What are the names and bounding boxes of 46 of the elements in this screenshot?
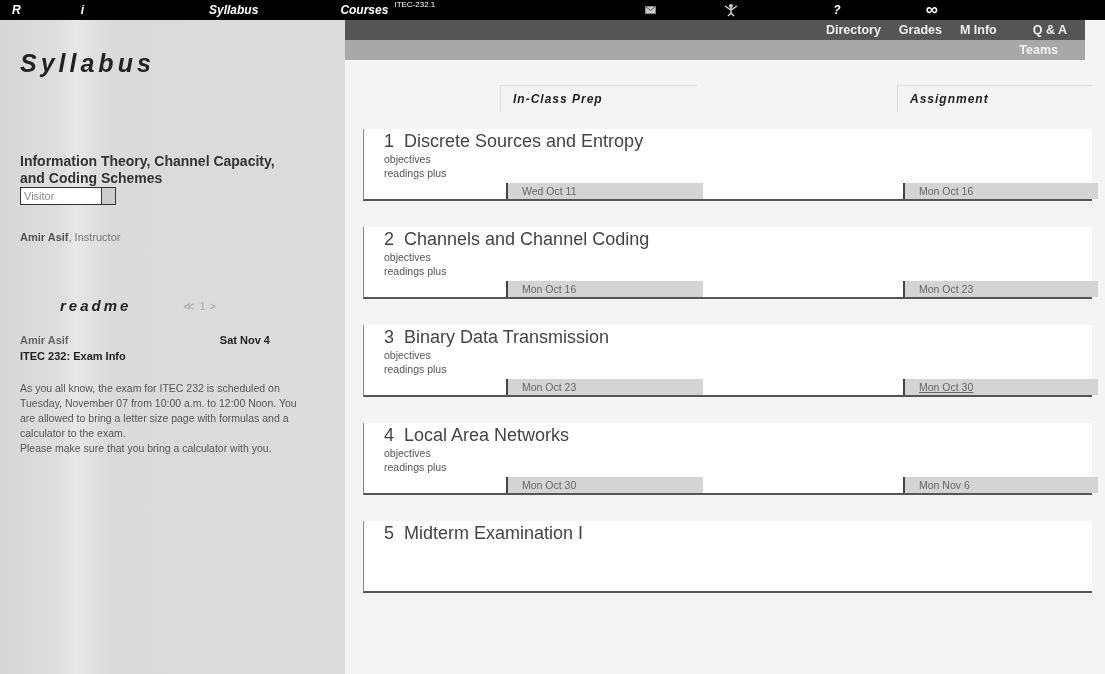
mail-icon[interactable] xyxy=(645,6,657,14)
topic-link[interactable]: readings plus xyxy=(384,460,447,474)
topic-link[interactable]: objectives xyxy=(384,348,431,362)
nav-link[interactable]: Syllabus xyxy=(209,1,259,19)
topic-link[interactable]: readings plus xyxy=(384,166,447,180)
assignment-date[interactable]: Mon Oct 30 xyxy=(903,379,1098,395)
page-title: Syllabus xyxy=(20,48,156,79)
nav-link[interactable]: Grades xyxy=(898,20,942,40)
instructor-line: Amir Asif, Instructor xyxy=(20,229,122,245)
nav-link[interactable]: Courses xyxy=(340,1,389,19)
role-select[interactable]: Visitor xyxy=(20,186,116,205)
topic-link[interactable]: readings plus xyxy=(384,264,447,278)
nav-link[interactable]: i xyxy=(80,1,84,19)
topic-title: 3 Binary Data Transmission xyxy=(384,326,611,348)
prep-date: Mon Oct 23 xyxy=(506,379,703,395)
post-text: Please make sure that you bring a calculator with you. xyxy=(20,440,273,456)
topic-link[interactable]: objectives xyxy=(384,250,431,264)
readme-heading: readme xyxy=(60,296,132,316)
nav-link[interactable]: ∞ xyxy=(925,0,938,23)
prep-date: Mon Oct 30 xyxy=(506,477,703,493)
prep-date: Wed Oct 11 xyxy=(506,183,703,199)
assignment-date: Mon Nov 6 xyxy=(903,477,1098,493)
figure-icon[interactable] xyxy=(724,3,739,17)
topic-link[interactable]: objectives xyxy=(384,152,431,166)
assignment-date: Mon Oct 16 xyxy=(903,183,1098,199)
post-date: Sat Nov 4 xyxy=(219,332,270,348)
topic-link[interactable]: objectives xyxy=(384,446,431,460)
topic-title: 1 Discrete Sources and Entropy xyxy=(384,130,645,152)
nav-link[interactable]: M Info xyxy=(959,20,997,40)
course-title: Information Theory, Channel Capacity, and Coding Schemes xyxy=(20,152,276,187)
course-code: ITEC-232.1 xyxy=(394,0,436,10)
column-header: In-Class Prep xyxy=(500,85,697,112)
topic-title: 5 Midterm Examination I xyxy=(384,522,585,544)
nav-link[interactable]: Directory xyxy=(825,20,881,40)
assignment-date: Mon Oct 23 xyxy=(903,281,1098,297)
nav-link[interactable]: ? xyxy=(833,1,841,19)
column-header: Assignment xyxy=(897,85,1092,112)
prep-date: Mon Oct 16 xyxy=(506,281,703,297)
topic-title: 4 Local Area Networks xyxy=(384,424,571,446)
post-subject: ITEC 232: Exam Info xyxy=(20,349,127,364)
nav-link[interactable]: Q & A xyxy=(1032,20,1067,40)
post-text: As you all know, the exam for ITEC 232 is scheduled on Tuesday, November 07 from 10:00 a.m. to 12:00 Noon. You are allowed to bring a letter size page with formulas and a calculator to the exam. xyxy=(20,380,298,441)
post-author: Amir Asif xyxy=(20,332,69,348)
topic-title: 2 Channels and Channel Coding xyxy=(384,228,651,250)
topic-link[interactable]: readings plus xyxy=(384,362,447,376)
nav-link[interactable]: R xyxy=(12,1,21,19)
